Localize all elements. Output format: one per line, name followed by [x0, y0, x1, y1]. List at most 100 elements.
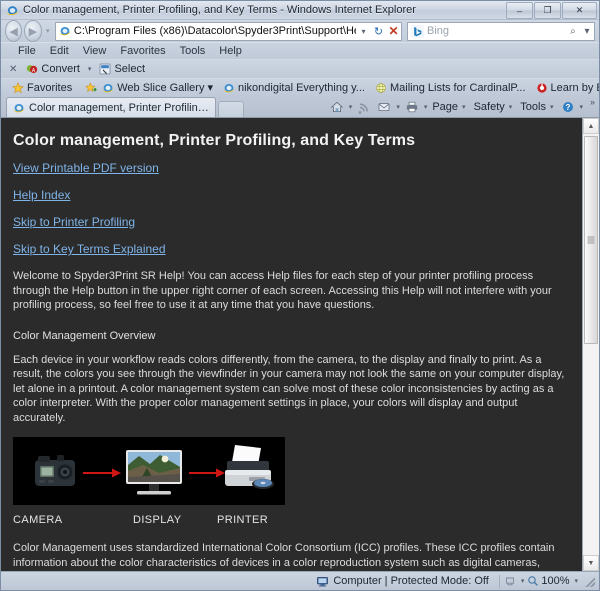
tools-menu-button[interactable]: Tools ▾	[517, 98, 558, 115]
menu-item-edit[interactable]: Edit	[43, 43, 76, 59]
home-button[interactable]	[327, 98, 347, 115]
web-slice-dropdown-icon[interactable]: ▾	[207, 81, 213, 94]
safety-menu-button[interactable]: Safety ▾	[471, 98, 518, 115]
address-input[interactable]: C:\Program Files (x86)\Datacolor\Spyder3…	[74, 25, 356, 37]
figure-labels: CAMERA DISPLAY PRINTER	[13, 513, 285, 528]
window-title: Color management, Printer Profiling, and…	[23, 4, 416, 16]
read-mail-dropdown-icon[interactable]: ▾	[394, 103, 402, 111]
address-dropdown-icon[interactable]: ▾	[356, 24, 371, 39]
ie-page-icon	[102, 82, 114, 94]
title-bar: Color management, Printer Profiling, and…	[1, 1, 599, 20]
security-zone-label: Computer | Protected Mode: Off	[333, 575, 489, 587]
link-help-index[interactable]: Help Index	[13, 188, 568, 204]
refresh-icon[interactable]: ↻	[371, 24, 386, 39]
page-icon	[59, 25, 71, 37]
select-button[interactable]: Select	[96, 63, 148, 75]
help-document: Color management, Printer Profiling, and…	[1, 118, 582, 571]
print-button[interactable]	[402, 98, 422, 115]
icc-paragraph: Color Management uses standardized Inter…	[13, 542, 555, 569]
compatibility-view-icon	[504, 575, 516, 587]
menu-item-tools[interactable]: Tools	[173, 43, 213, 59]
page-dropdown-icon[interactable]: ▾	[460, 103, 468, 111]
zoom-control[interactable]: 100% ▾	[527, 575, 581, 587]
close-button[interactable]: ✕	[562, 2, 597, 19]
add-favorite-icon[interactable]	[85, 81, 97, 94]
search-provider-dropdown-icon[interactable]: ▾	[580, 24, 594, 39]
adobe-pdf-toolbar: ✕ A Convert ▾ Select	[1, 59, 599, 78]
link-skip-to-key-terms[interactable]: Skip to Key Terms Explained	[13, 242, 568, 258]
menu-item-help[interactable]: Help	[212, 43, 249, 59]
print-dropdown-icon[interactable]: ▾	[422, 103, 430, 111]
workflow-diagram-image	[13, 436, 285, 505]
window-controls: – ❐ ✕	[506, 2, 597, 19]
back-button[interactable]: ◀	[5, 20, 23, 42]
intro-paragraph: Welcome to Spyder3Print SR Help! You can…	[13, 270, 552, 312]
help-icon: ?	[561, 100, 575, 114]
compatibility-view-button[interactable]: ▾	[504, 575, 528, 587]
convert-button[interactable]: A Convert	[23, 63, 83, 75]
command-bar-overflow-icon[interactable]: »	[588, 97, 597, 112]
navigation-bar: ◀ ▶ ▾ C:\Program Files (x86)\Datacolor\S…	[1, 20, 599, 42]
safety-dropdown-icon[interactable]: ▾	[507, 103, 515, 111]
minimize-button[interactable]: –	[506, 2, 533, 19]
zoom-dropdown-icon[interactable]: ▾	[571, 577, 581, 585]
compatibility-dropdown-icon[interactable]: ▾	[518, 577, 528, 585]
favorite-label: Web Slice Gallery	[117, 81, 205, 94]
stop-icon[interactable]: ✕	[386, 24, 401, 39]
favorite-nikondigital[interactable]: nikondigital Everything y...	[218, 82, 370, 94]
scroll-up-button[interactable]: ▲	[583, 118, 599, 134]
menu-item-file[interactable]: File	[11, 43, 43, 59]
print-icon	[405, 100, 419, 114]
feeds-button[interactable]	[354, 98, 374, 115]
menu-item-favorites[interactable]: Favorites	[113, 43, 172, 59]
color-management-overview-label: Color Management Overview	[13, 329, 156, 342]
recent-pages-dropdown-icon[interactable]: ▾	[44, 21, 52, 41]
home-dropdown-icon[interactable]: ▾	[347, 103, 355, 111]
vertical-scrollbar[interactable]: ▲ ▼	[582, 118, 599, 571]
forward-button[interactable]: ▶	[24, 20, 42, 42]
search-box[interactable]: Bing ⌕ ▾	[406, 21, 595, 41]
browser-window: Color management, Printer Profiling, and…	[0, 0, 600, 591]
read-mail-icon	[377, 100, 391, 114]
tools-dropdown-icon[interactable]: ▾	[548, 103, 556, 111]
maximize-button[interactable]: ❐	[534, 2, 561, 19]
convert-icon: A	[26, 63, 38, 75]
scroll-track[interactable]	[583, 134, 599, 555]
link-view-printable-pdf[interactable]: View Printable PDF version	[13, 161, 568, 177]
svg-text:?: ?	[566, 103, 571, 112]
favorite-learn-by-example[interactable]: Learn by Example	[531, 82, 599, 94]
convert-label: Convert	[41, 63, 80, 75]
tab-bar: Color management, Printer Profiling, and…	[1, 96, 599, 117]
search-input[interactable]: Bing	[427, 25, 566, 37]
read-mail-button[interactable]	[374, 98, 394, 115]
toolbar-close-icon[interactable]: ✕	[7, 64, 23, 75]
convert-dropdown-icon[interactable]: ▾	[83, 65, 97, 73]
help-menu-button[interactable]: ? ▾	[558, 98, 588, 115]
link-skip-to-printer-profiling[interactable]: Skip to Printer Profiling	[13, 215, 568, 231]
select-label: Select	[114, 63, 146, 75]
favorite-mailing-lists[interactable]: Mailing Lists for CardinalP...	[370, 82, 531, 94]
feeds-icon	[357, 100, 371, 114]
resize-grip-icon[interactable]	[583, 575, 595, 587]
help-dropdown-icon[interactable]: ▾	[577, 103, 585, 111]
page-menu-button[interactable]: Page ▾	[429, 98, 470, 115]
scroll-thumb[interactable]	[584, 136, 598, 344]
overview-paragraph: Each device in your workflow reads color…	[13, 353, 565, 425]
address-bar[interactable]: C:\Program Files (x86)\Datacolor\Spyder3…	[54, 21, 402, 41]
menu-item-view[interactable]: View	[76, 43, 114, 59]
tab-active[interactable]: Color management, Printer Profiling, and…	[6, 97, 216, 117]
favorite-label: nikondigital Everything y...	[238, 81, 365, 94]
favorites-button[interactable]: Favorites	[7, 82, 77, 94]
command-bar: ▾ ▾ ▾ Page ▾ Safety ▾ Tools ▾ ? ▾ »	[327, 97, 597, 116]
new-tab-button[interactable]	[218, 101, 244, 117]
figure-label-display: DISPLAY	[133, 513, 182, 526]
figure-label-printer: PRINTER	[217, 513, 269, 526]
scroll-down-button[interactable]: ▼	[583, 555, 599, 571]
favorites-label: Favorites	[27, 81, 73, 94]
menu-bar: File Edit View Favorites Tools Help	[1, 42, 599, 59]
favorite-web-slice-gallery[interactable]: Web Slice Gallery ▾	[97, 81, 218, 94]
security-zone[interactable]: Computer | Protected Mode: Off	[316, 575, 495, 588]
favorite-label: Mailing Lists for CardinalP...	[389, 81, 526, 94]
ie-page-icon	[223, 82, 235, 94]
search-go-icon[interactable]: ⌕	[566, 24, 580, 39]
